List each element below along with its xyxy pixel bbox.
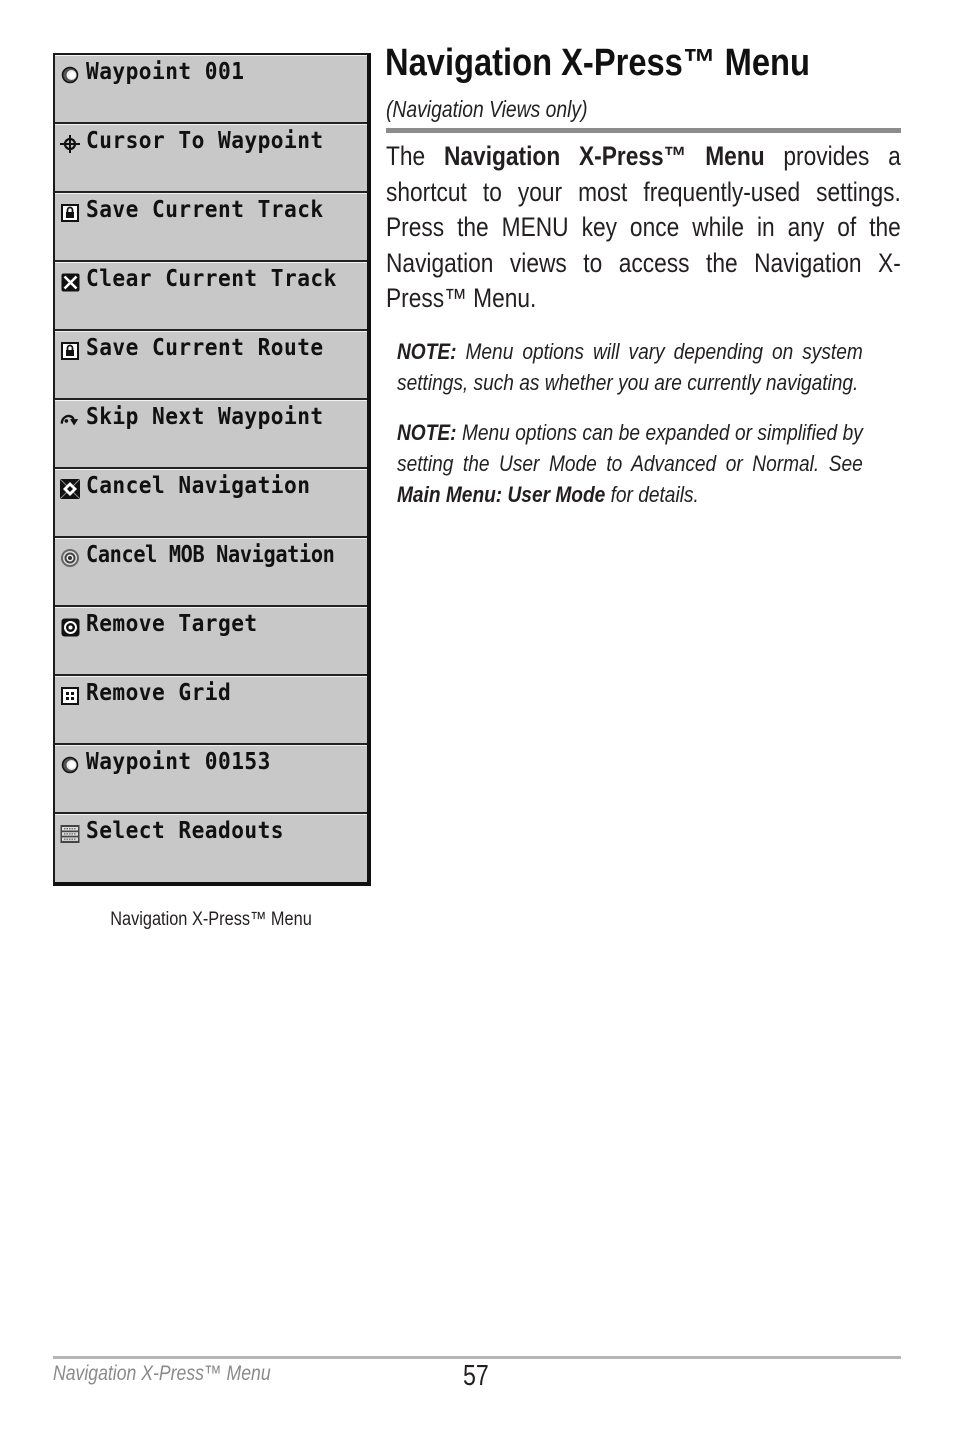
note-text: Menu options will vary depending on syst… [397,339,863,395]
navigation-xpress-menu: Waypoint 001 Cursor To Waypoint Save Cur… [53,53,371,886]
menu-item-label: Save Current Route [86,335,324,361]
page-title: Navigation X-Press™ Menu [385,42,810,84]
menu-item-label: Select Readouts [86,818,285,844]
note-2: NOTE: Menu options can be expanded or si… [397,417,863,510]
menu-item-cancel-navigation[interactable]: Cancel Navigation [55,469,367,538]
menu-item-label: Cancel MOB Navigation [86,542,335,568]
footer-section-title: Navigation X-Press™ Menu [53,1362,271,1385]
menu-item-label: Remove Grid [86,680,232,706]
menu-item-label: Remove Target [86,611,258,637]
title-divider [386,128,901,133]
menu-item-label: Save Current Track [86,197,324,223]
target-icon [60,617,80,637]
note-1: NOTE: Menu options will vary depending o… [397,336,863,398]
menu-item-remove-grid[interactable]: Remove Grid [55,676,367,745]
menu-item-cancel-mob-navigation[interactable]: Cancel MOB Navigation [55,538,367,607]
waypoint-icon [60,755,80,775]
menu-item-save-current-track[interactable]: Save Current Track [55,193,367,262]
menu-item-label: Waypoint 001 [86,59,245,85]
intro-bold-term: Navigation X-Press™ Menu [443,141,765,171]
note-label: NOTE: [397,339,457,364]
note-text: Menu options can be expanded or simplifi… [397,420,863,476]
footer-divider [53,1356,901,1359]
note-text-after: for details. [605,482,699,507]
cancel-navigation-icon [60,479,80,499]
menu-item-select-readouts[interactable]: Select Readouts [55,814,367,882]
menu-item-label: Clear Current Track [86,266,337,292]
menu-item-cursor-to-waypoint[interactable]: Cursor To Waypoint [55,124,367,193]
mob-target-icon [60,548,80,568]
page-number: 57 [463,1360,489,1392]
skip-arrow-icon [60,410,80,430]
lock-icon [60,341,80,361]
note-label: NOTE: [397,420,457,445]
menu-item-label: Cursor To Waypoint [86,128,324,154]
lock-icon [60,203,80,223]
waypoint-icon [60,65,80,85]
crosshair-icon [60,134,80,154]
menu-item-label: Waypoint 00153 [86,749,271,775]
menu-item-remove-target[interactable]: Remove Target [55,607,367,676]
intro-paragraph: The Navigation X-Press™ Menu provides a … [386,139,901,317]
intro-prefix: The [386,141,444,171]
figure-caption: Navigation X-Press™ Menu [110,909,312,930]
cross-reference-link[interactable]: Main Menu: User Mode [397,482,605,507]
menu-item-skip-next-waypoint[interactable]: Skip Next Waypoint [55,400,367,469]
readouts-icon [60,824,80,844]
page-subtitle: (Navigation Views only) [386,96,588,122]
menu-item-waypoint-001[interactable]: Waypoint 001 [55,55,367,124]
menu-item-save-current-route[interactable]: Save Current Route [55,331,367,400]
grid-icon [60,686,80,706]
menu-item-clear-current-track[interactable]: Clear Current Track [55,262,367,331]
menu-item-label: Cancel Navigation [86,473,311,499]
menu-item-waypoint-00153[interactable]: Waypoint 00153 [55,745,367,814]
menu-item-label: Skip Next Waypoint [86,404,324,430]
clear-x-icon [60,272,80,292]
